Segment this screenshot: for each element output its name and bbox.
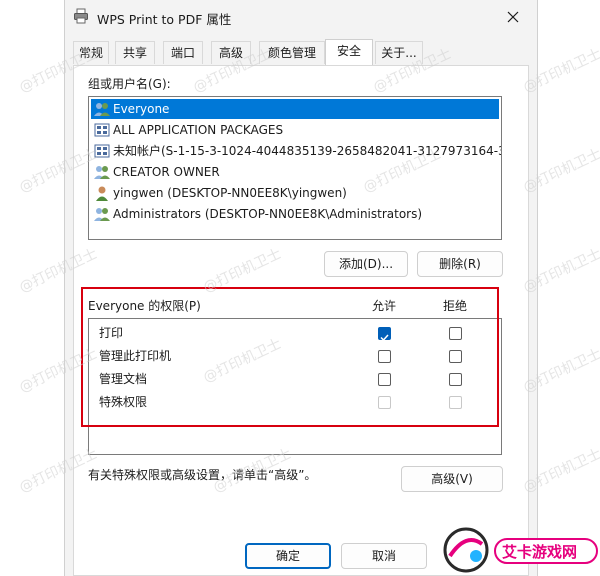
permission-row-print: 打印 xyxy=(89,322,499,344)
title-bar: WPS Print to PDF 属性 xyxy=(65,0,537,34)
deny-checkbox-special xyxy=(449,396,462,409)
permission-name: 特殊权限 xyxy=(99,395,148,409)
deny-checkbox-print[interactable] xyxy=(449,327,462,340)
user-name: ALL APPLICATION PACKAGES xyxy=(113,123,284,137)
logo-emblem-icon xyxy=(443,527,489,573)
list-item[interactable]: ALL APPLICATION PACKAGES xyxy=(91,120,499,140)
permission-name: 管理文档 xyxy=(99,372,148,386)
permission-row-manage-printer: 管理此打印机 xyxy=(89,345,499,367)
close-button[interactable] xyxy=(497,4,529,30)
tab-advanced[interactable]: 高级 xyxy=(211,41,251,64)
tab-sharing[interactable]: 共享 xyxy=(115,41,155,64)
allow-column-header: 允许 xyxy=(372,299,397,313)
user-name: Administrators (DESKTOP-NN0EE8K\Administ… xyxy=(113,207,423,221)
logo-text: 艾卡游戏网 xyxy=(502,543,578,561)
deny-column-header: 拒绝 xyxy=(443,299,468,313)
users-label: 组或用户名(G): xyxy=(88,77,171,91)
close-icon xyxy=(507,11,519,23)
add-button[interactable]: 添加(D)... xyxy=(324,251,408,277)
deny-checkbox-manage-documents[interactable] xyxy=(449,373,462,386)
tab-about[interactable]: 关于... xyxy=(375,41,423,64)
remove-button[interactable]: 删除(R) xyxy=(417,251,503,277)
allow-checkbox-special xyxy=(378,396,391,409)
tab-color-management[interactable]: 颜色管理 xyxy=(259,41,325,64)
permissions-header: Everyone 的权限(P) xyxy=(88,299,201,313)
list-item[interactable]: yingwen (DESKTOP-NN0EE8K\yingwen) xyxy=(91,183,499,203)
checkmark-icon xyxy=(380,334,389,342)
user-icon xyxy=(96,186,108,201)
ok-button[interactable]: 确定 xyxy=(245,543,331,569)
users-group-icon xyxy=(94,103,110,116)
app-packages-icon xyxy=(94,123,110,137)
unknown-account-icon xyxy=(94,144,110,158)
allow-checkbox-manage-printer[interactable] xyxy=(378,350,391,363)
list-item[interactable]: CREATOR OWNER xyxy=(91,162,499,182)
permission-name: 管理此打印机 xyxy=(99,349,172,363)
permission-row-special: 特殊权限 xyxy=(89,391,499,413)
tab-ports[interactable]: 端口 xyxy=(163,41,203,64)
permission-row-manage-documents: 管理文档 xyxy=(89,368,499,390)
permissions-list: 打印 管理此打印机 管理文档 特殊权限 xyxy=(88,318,502,455)
tab-security[interactable]: 安全 xyxy=(325,39,373,65)
tab-general[interactable]: 常规 xyxy=(73,41,109,64)
allow-checkbox-manage-documents[interactable] xyxy=(378,373,391,386)
user-name: 未知帐户(S-1-15-3-1024-4044835139-2658482041… xyxy=(113,144,502,158)
users-group-icon xyxy=(94,208,110,221)
allow-checkbox-print[interactable] xyxy=(378,327,391,342)
printer-icon xyxy=(74,8,88,24)
list-item[interactable]: 未知帐户(S-1-15-3-1024-4044835139-2658482041… xyxy=(91,141,502,161)
window-title: WPS Print to PDF 属性 xyxy=(97,12,232,27)
users-list[interactable]: Everyone ALL APPLICATION PACKAGES 未知帐户(S… xyxy=(88,96,502,240)
users-group-icon xyxy=(94,166,110,179)
site-logo: 艾卡游戏网 xyxy=(440,522,600,576)
user-name: CREATOR OWNER xyxy=(113,165,220,179)
cancel-button[interactable]: 取消 xyxy=(341,543,427,569)
list-item[interactable]: Everyone xyxy=(91,99,499,119)
permission-name: 打印 xyxy=(99,326,124,340)
user-name: Everyone xyxy=(113,102,170,116)
deny-checkbox-manage-printer[interactable] xyxy=(449,350,462,363)
advanced-button[interactable]: 高级(V) xyxy=(401,466,503,492)
advanced-hint: 有关特殊权限或高级设置，请单击“高级”。 xyxy=(88,468,317,482)
user-name: yingwen (DESKTOP-NN0EE8K\yingwen) xyxy=(113,186,347,200)
list-item[interactable]: Administrators (DESKTOP-NN0EE8K\Administ… xyxy=(91,204,499,224)
